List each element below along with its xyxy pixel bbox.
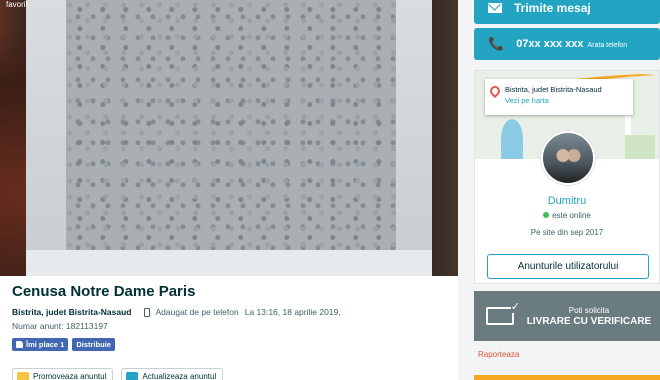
ad-number: Numar anunt: 182113197	[12, 321, 108, 331]
envelope-icon	[488, 3, 502, 13]
seller-member-since: Pe site din sep 2017	[530, 228, 604, 237]
phone-icon: 📞	[488, 36, 505, 51]
seller-avatar[interactable]	[541, 131, 595, 185]
send-message-label: Trimite mesaj	[514, 1, 591, 15]
refresh-icon	[126, 372, 139, 380]
photo-ash	[66, 0, 396, 252]
view-map-link[interactable]: Vezi pe harta	[505, 95, 627, 106]
added-from-phone: Adaugat de pe telefon	[155, 307, 239, 317]
report-link[interactable]: Raporteaza	[478, 350, 519, 359]
send-message-button[interactable]: Trimite mesaj	[474, 0, 660, 24]
refresh-label: Actualizeaza anuntul	[142, 372, 217, 380]
listing-column: favorit Cenusa Notre Dame Paris Bistrita…	[0, 0, 458, 380]
show-phone-label: Arata telefon	[587, 42, 628, 49]
facebook-row: Îmi place 1 Distribuie	[12, 338, 115, 351]
posted-date: La 13:16, 18 aprilie 2019,	[244, 307, 341, 317]
promote-button[interactable]: Promoveaza anuntul	[12, 368, 114, 380]
delivery-line2: LIVRARE CU VERIFICARE	[526, 315, 652, 327]
seller-online-status: este online	[475, 211, 659, 220]
delivery-banner[interactable]: Poti solicita LIVRARE CU VERIFICARE	[474, 291, 660, 341]
phone-number-text: 07xx xxx xxx	[516, 38, 584, 50]
listing-actions: Promoveaza anuntul Actualizeaza anuntul	[12, 368, 224, 380]
show-phone-button[interactable]: 📞 07xx xxx xxx Arata telefon	[474, 28, 660, 60]
seller-status-text: este online	[552, 211, 591, 220]
facebook-like-label: Îmi place 1	[26, 340, 65, 349]
photo-box-edge	[26, 250, 432, 276]
map-park	[625, 135, 655, 159]
map-location-text: Bistrita, judet Bistrita-Nasaud	[505, 85, 602, 94]
seller-name[interactable]: Dumitru	[475, 195, 659, 207]
photo-box	[26, 0, 432, 276]
seller-sidebar: Trimite mesaj 📞 07xx xxx xxx Arata telefo…	[474, 0, 660, 380]
phone-number: 07xx xxx xxx Arata telefon	[516, 38, 627, 50]
map-location-box: Bistrita, judet Bistrita-Nasaud Vezi pe …	[485, 79, 633, 115]
facebook-share-label: Distribuie	[76, 340, 111, 349]
thumbs-up-icon	[16, 341, 23, 348]
promo-bar	[474, 375, 660, 380]
favorite-badge[interactable]: favorit	[6, 0, 28, 9]
online-dot-icon	[543, 212, 550, 218]
seller-ads-button[interactable]: Anunturile utilizatorului	[487, 254, 649, 279]
listing-meta: Bistrita, judet Bistrita-Nasaud Adaugat …	[12, 307, 341, 317]
facebook-share-button[interactable]: Distribuie	[72, 338, 115, 351]
listing-title: Cenusa Notre Dame Paris	[12, 283, 196, 300]
map-water	[501, 119, 523, 159]
facebook-like-button[interactable]: Îmi place 1	[12, 338, 69, 351]
promote-icon	[17, 372, 29, 380]
refresh-button[interactable]: Actualizeaza anuntul	[121, 368, 224, 380]
listing-photo[interactable]: favorit	[0, 0, 458, 276]
seller-card: Bistrita, judet Bistrita-Nasaud Vezi pe …	[474, 70, 660, 284]
phone-icon	[143, 307, 150, 317]
truck-check-icon	[486, 300, 520, 325]
promote-label: Promoveaza anuntul	[33, 372, 107, 380]
listing-location: Bistrita, judet Bistrita-Nasaud	[12, 307, 132, 317]
map-pin-icon	[487, 83, 503, 99]
delivery-text: Poti solicita LIVRARE CU VERIFICARE	[524, 306, 654, 327]
delivery-line1: Poti solicita	[568, 305, 610, 315]
